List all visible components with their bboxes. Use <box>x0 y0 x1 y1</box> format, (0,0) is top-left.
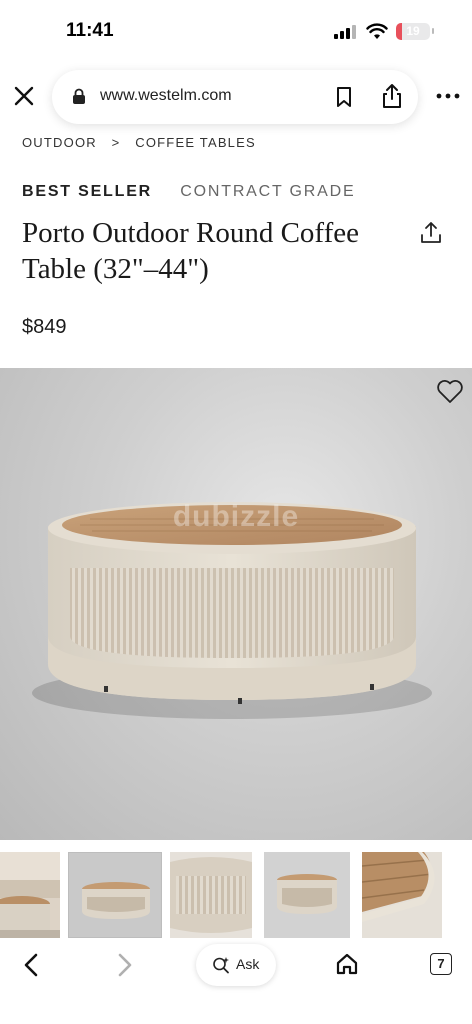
battery-nub <box>432 28 434 34</box>
lock-icon <box>73 88 85 104</box>
thumbnail-1[interactable] <box>0 852 60 938</box>
share-icon[interactable] <box>418 220 444 246</box>
tabs-icon[interactable]: 7 <box>430 953 452 975</box>
cellular-signal-icon <box>334 25 358 39</box>
browser-toolbar: Ask 7 <box>0 940 472 1024</box>
status-time: 11:41 <box>66 20 114 41</box>
more-icon[interactable] <box>434 86 462 106</box>
product-price: $849 <box>22 316 67 338</box>
close-icon[interactable] <box>12 84 36 108</box>
ask-button[interactable]: Ask <box>196 944 276 986</box>
breadcrumb-coffee-tables[interactable]: COFFEE TABLES <box>135 135 256 150</box>
thumbnail-4[interactable] <box>264 852 350 938</box>
product-image[interactable]: dubizzle <box>0 368 472 840</box>
url-text[interactable]: www.westelm.com <box>100 87 232 105</box>
bookmark-icon[interactable] <box>334 86 354 108</box>
thumbnail-2[interactable] <box>68 852 162 938</box>
status-bar: 11:41 19 <box>0 0 472 64</box>
breadcrumb-separator: > <box>111 135 121 150</box>
wifi-icon <box>366 23 388 39</box>
forward-icon[interactable] <box>114 952 136 978</box>
watermark: dubizzle <box>172 500 300 533</box>
sparkle-search-icon <box>213 957 229 974</box>
thumbnail-strip <box>0 852 472 942</box>
battery-icon: 19 <box>396 23 430 40</box>
address-bar[interactable]: www.westelm.com <box>52 70 418 124</box>
breadcrumb: OUTDOOR > COFFEE TABLES <box>22 135 266 150</box>
thumbnail-5[interactable] <box>362 852 442 938</box>
coffee-table-illustration <box>32 502 432 719</box>
best-seller-badge: BEST SELLER <box>22 183 153 200</box>
ask-label: Ask <box>236 956 260 972</box>
contract-grade-badge: CONTRACT GRADE <box>180 183 356 200</box>
thumbnail-3[interactable] <box>170 852 252 938</box>
share-icon[interactable] <box>380 83 404 109</box>
battery-level: 19 <box>406 24 420 38</box>
tabs-count: 7 <box>437 956 445 971</box>
home-icon[interactable] <box>336 952 358 976</box>
back-icon[interactable] <box>20 952 42 978</box>
product-badges: BEST SELLER CONTRACT GRADE <box>22 183 355 201</box>
breadcrumb-outdoor[interactable]: OUTDOOR <box>22 135 97 150</box>
heart-icon[interactable] <box>436 378 464 404</box>
product-title: Porto Outdoor Round Coffee Table (32"–44… <box>22 217 359 285</box>
